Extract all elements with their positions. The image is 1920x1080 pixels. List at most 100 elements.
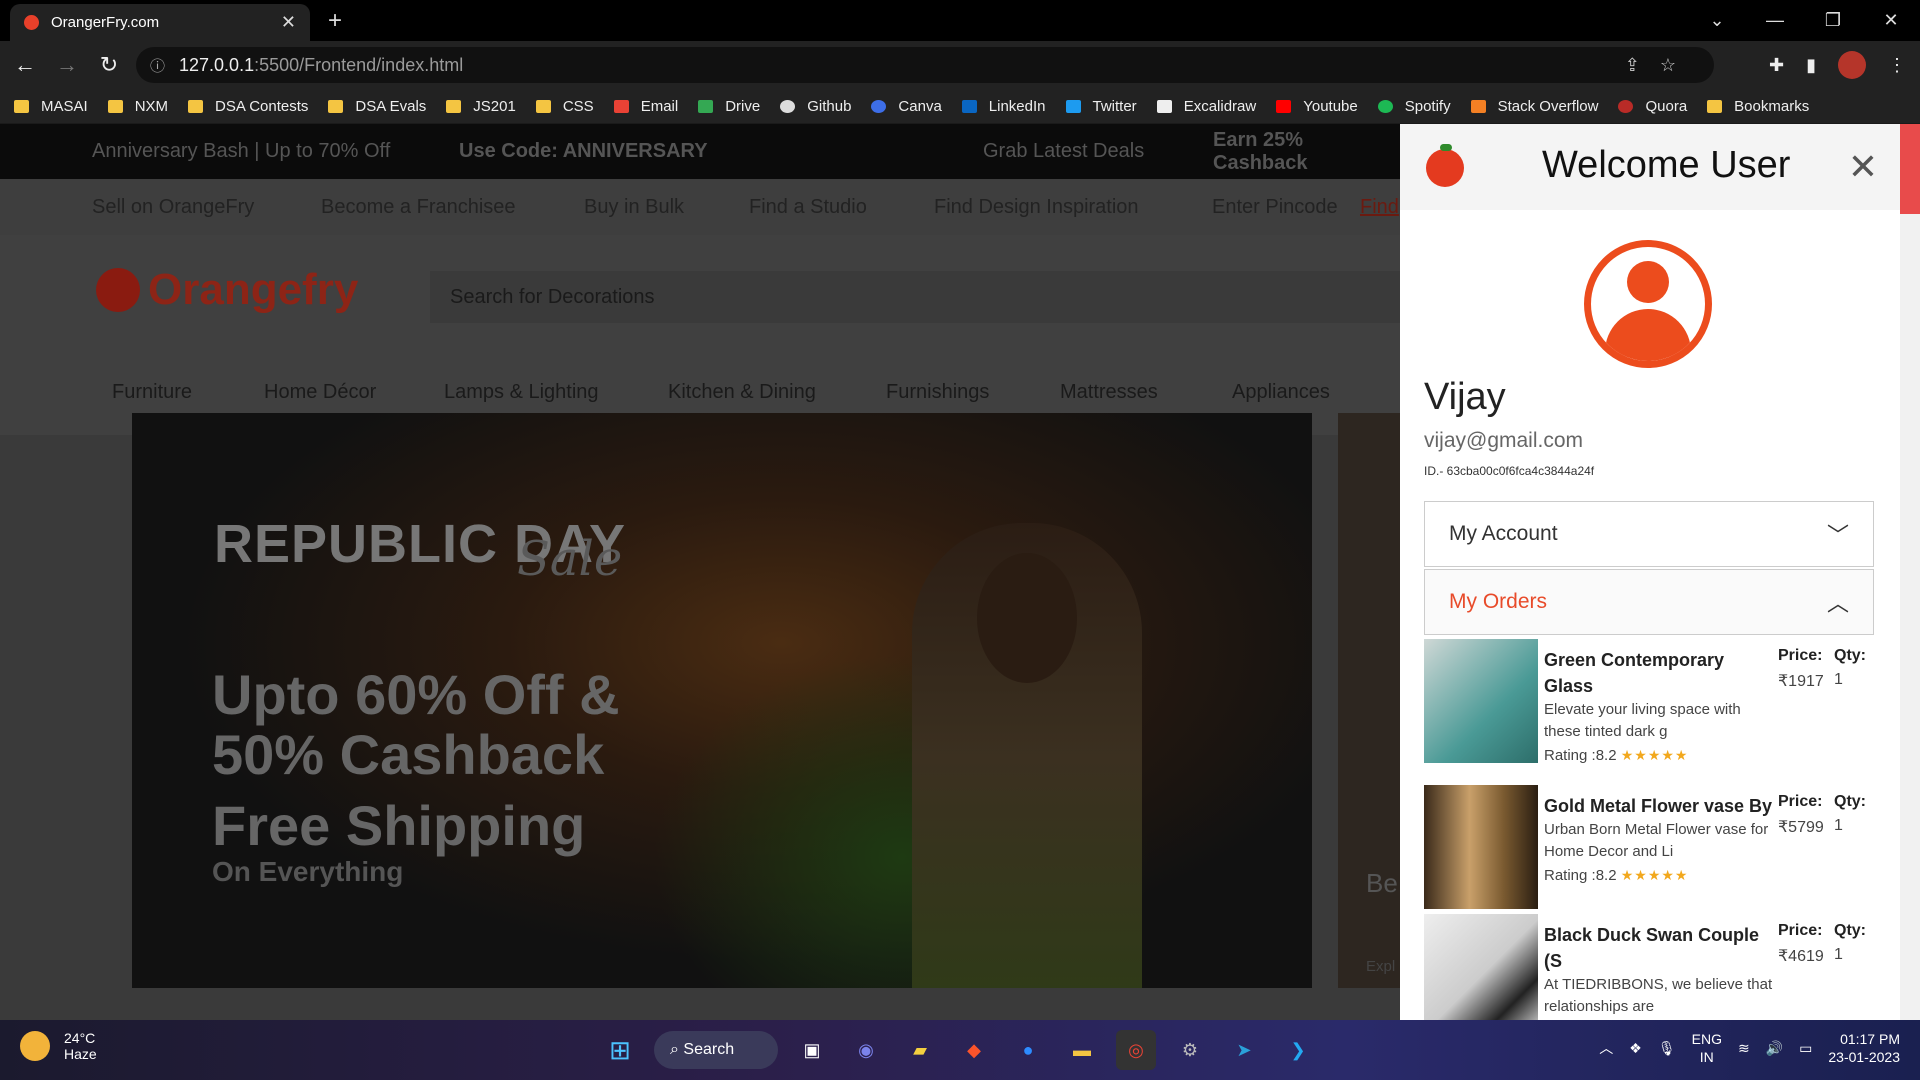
category-link[interactable]: Home Décor: [264, 381, 376, 404]
bookmark-item[interactable]: Email: [613, 98, 678, 115]
bookmark-item[interactable]: DSA Evals: [328, 98, 426, 115]
volume-icon[interactable]: 🔊: [1766, 1040, 1783, 1057]
system-tray: ︿ ❖ 🎙 ENG IN ≋ 🔊 ▭ 01:17 PM 23-01-2023: [1599, 1030, 1900, 1066]
price-label: Price:: [1778, 647, 1823, 664]
bookmark-item[interactable]: Canva: [871, 98, 942, 115]
qty-value: 1: [1834, 671, 1843, 688]
wifi-icon[interactable]: ≋: [1738, 1040, 1750, 1057]
menu-icon[interactable]: ⋮: [1888, 55, 1906, 76]
find-link[interactable]: Find: [1360, 196, 1399, 219]
zoom-icon[interactable]: ●: [1008, 1030, 1048, 1070]
clock[interactable]: 01:17 PM 23-01-2023: [1828, 1030, 1900, 1066]
promo-text[interactable]: Grab Latest Deals: [983, 140, 1144, 163]
folder-icon: [446, 99, 462, 113]
panel-title: Welcome User: [1542, 144, 1791, 186]
telegram-icon[interactable]: ➤: [1224, 1030, 1264, 1070]
category-link[interactable]: Kitchen & Dining: [668, 381, 816, 404]
folder-icon: [14, 99, 29, 113]
promo-code: Use Code: ANNIVERSARY: [459, 140, 708, 162]
scrollbar-thumb[interactable]: [1900, 124, 1920, 214]
category-link[interactable]: Furnishings: [886, 381, 989, 404]
bookmark-item[interactable]: CSS: [535, 98, 594, 115]
chevron-up-icon[interactable]: ︿: [1599, 1038, 1613, 1058]
bookmark-item[interactable]: DSA Contests: [188, 98, 308, 115]
minimize-button[interactable]: —: [1746, 10, 1804, 31]
bookmark-item[interactable]: Bookmarks: [1707, 98, 1809, 115]
sticky-notes-icon[interactable]: ▰: [900, 1030, 940, 1070]
bookmark-item[interactable]: LinkedIn: [961, 98, 1046, 115]
taskbar-search[interactable]: ⌕ Search: [654, 1031, 778, 1069]
close-icon[interactable]: ✕: [1848, 146, 1878, 188]
extensions-icon[interactable]: ✚: [1769, 55, 1784, 76]
category-link[interactable]: Mattresses: [1060, 381, 1158, 404]
secondary-banner[interactable]: Be Expl: [1338, 413, 1400, 988]
close-tab-icon[interactable]: ✕: [281, 12, 296, 33]
share-star-icons[interactable]: ⇪☆: [1625, 55, 1696, 76]
orange-logo-icon: [96, 268, 140, 312]
settings-gear-icon[interactable]: ⚙: [1170, 1030, 1210, 1070]
weather-widget[interactable]: 24°C Haze: [20, 1030, 97, 1062]
topnav-link[interactable]: Find Design Inspiration: [934, 196, 1139, 219]
my-account-accordion[interactable]: My Account ﹀: [1424, 501, 1874, 567]
user-email: vijay@gmail.com: [1424, 429, 1584, 452]
bookmark-item[interactable]: Quora: [1618, 98, 1687, 115]
bookmark-item[interactable]: Twitter: [1065, 98, 1137, 115]
dropbox-icon[interactable]: ❖: [1629, 1040, 1642, 1057]
language-indicator[interactable]: ENG IN: [1692, 1030, 1722, 1066]
battery-icon[interactable]: ▭: [1799, 1040, 1812, 1057]
bookmark-item[interactable]: Excalidraw: [1156, 98, 1256, 115]
bookmark-item[interactable]: NXM: [107, 98, 168, 115]
bookmark-item[interactable]: JS201: [446, 98, 516, 115]
restore-button[interactable]: ❐: [1804, 10, 1862, 31]
category-link[interactable]: Appliances: [1232, 381, 1330, 404]
topnav-link[interactable]: Become a Franchisee: [321, 196, 516, 219]
task-view-icon[interactable]: ▣: [792, 1030, 832, 1070]
category-link[interactable]: Furniture: [112, 381, 192, 404]
site-info-icon[interactable]: ⓘ: [150, 55, 165, 76]
forward-button[interactable]: →: [50, 52, 84, 78]
secondary-banner-link[interactable]: Expl: [1366, 958, 1395, 975]
bookmark-item[interactable]: Youtube: [1276, 98, 1358, 115]
sidepanel-icon[interactable]: ▮: [1806, 55, 1816, 76]
star-rating-icon: ★★★★★: [1620, 747, 1689, 763]
topnav-link[interactable]: Find a Studio: [749, 196, 867, 219]
windows-start-icon[interactable]: ⊞: [600, 1030, 640, 1070]
bookmark-item[interactable]: Github: [780, 98, 851, 115]
teams-chat-icon[interactable]: ◉: [846, 1030, 886, 1070]
pincode-label[interactable]: Enter Pincode: [1212, 196, 1338, 219]
canva-icon: [871, 99, 887, 113]
topnav-link[interactable]: Buy in Bulk: [584, 196, 684, 219]
url-path: :5500/Frontend/index.html: [254, 54, 464, 75]
category-link[interactable]: Lamps & Lighting: [444, 381, 599, 404]
close-window-button[interactable]: ✕: [1862, 10, 1920, 31]
bookmark-item[interactable]: Spotify: [1377, 98, 1451, 115]
my-orders-accordion[interactable]: My Orders ︿: [1424, 569, 1874, 635]
bookmark-item[interactable]: Drive: [698, 98, 760, 115]
url-bar[interactable]: ⓘ 127.0.0.1:5500/Frontend/index.html ⇪☆: [136, 47, 1714, 83]
profile-avatar[interactable]: [1838, 51, 1866, 79]
new-tab-button[interactable]: +: [328, 7, 342, 35]
chrome-icon[interactable]: ◎: [1116, 1030, 1156, 1070]
product-desc: Elevate your living space with these tin…: [1544, 701, 1741, 740]
site-search-input[interactable]: Search for Decorations: [430, 271, 1400, 323]
microphone-icon[interactable]: 🎙: [1658, 1040, 1676, 1057]
back-button[interactable]: ←: [8, 52, 42, 78]
bookmark-item[interactable]: MASAI: [14, 98, 88, 115]
tab-search-icon[interactable]: ⌄: [1688, 10, 1746, 31]
browser-tab[interactable]: OrangerFry.com ✕: [10, 4, 310, 41]
brave-browser-icon[interactable]: ◆: [954, 1030, 994, 1070]
leaf-icon: [1440, 144, 1452, 151]
weather-condition: Haze: [64, 1046, 97, 1062]
product-image: [1424, 639, 1538, 763]
file-explorer-icon[interactable]: ▬: [1062, 1030, 1102, 1070]
site-logo[interactable]: Orangefry: [96, 265, 358, 315]
reload-button[interactable]: ↻: [92, 52, 126, 78]
bookmark-item[interactable]: Stack Overflow: [1470, 98, 1598, 115]
hero-banner[interactable]: REPUBLIC DAY Sale Upto 60% Off & 50% Cas…: [132, 413, 1312, 988]
product-name: Black Duck Swan Couple (S: [1544, 925, 1760, 971]
user-name: Vijay: [1424, 376, 1506, 418]
vscode-icon[interactable]: ❯: [1278, 1030, 1318, 1070]
page-scrollbar[interactable]: [1900, 124, 1920, 1020]
topnav-link[interactable]: Sell on OrangeFry: [92, 196, 254, 219]
promo-text: Earn 25% Cashback: [1213, 128, 1308, 174]
